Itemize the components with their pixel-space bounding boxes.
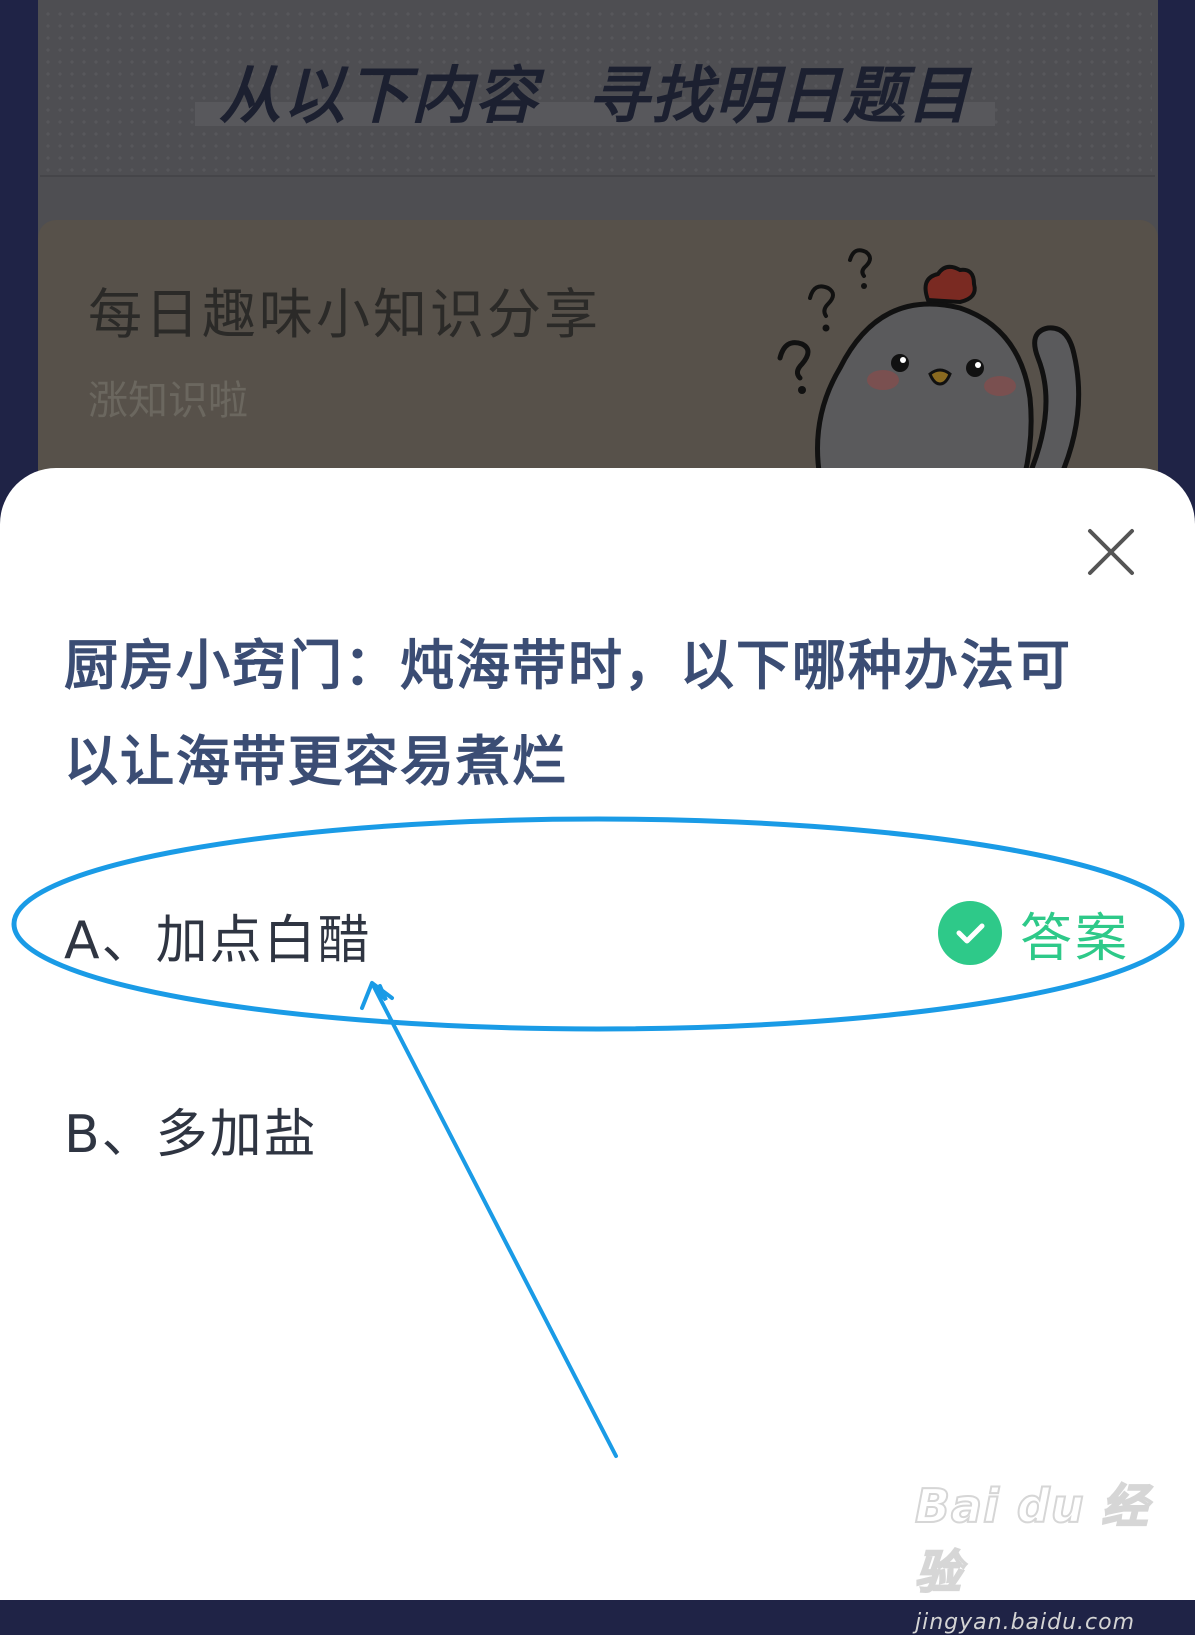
watermark: Bai du 经验 jingyan.baidu.com bbox=[914, 1470, 1165, 1635]
check-icon bbox=[938, 901, 1002, 965]
divider bbox=[40, 175, 1155, 177]
heading-right: 寻找明日题目 bbox=[587, 59, 972, 132]
question-text: 厨房小窍门：炖海带时，以下哪种办法可以让海带更容易煮烂 bbox=[64, 634, 1072, 793]
option-b[interactable]: B、多加盐 bbox=[64, 1092, 318, 1167]
knowledge-title: 每日趣味小知识分享 bbox=[88, 283, 601, 346]
heading-left: 从以下内容 bbox=[218, 59, 539, 132]
watermark-url: jingyan.baidu.com bbox=[915, 1610, 1136, 1635]
watermark-logo: Bai du 经验 bbox=[914, 1478, 1149, 1600]
mascot-chicken-icon bbox=[777, 248, 1082, 478]
background-page: 从以下内容 寻找明日题目 每日趣味小知识分享 涨知识啦 bbox=[0, 0, 1195, 520]
option-a[interactable]: A、加点白醋 bbox=[64, 898, 372, 973]
answer-badge: 答案 bbox=[938, 900, 1130, 969]
close-icon bbox=[1088, 529, 1134, 575]
background-heading: 从以下内容 寻找明日题目 bbox=[200, 55, 990, 132]
answer-label: 答案 bbox=[1020, 908, 1131, 969]
close-button[interactable] bbox=[1084, 525, 1138, 579]
knowledge-subtitle: 涨知识啦 bbox=[88, 378, 248, 424]
